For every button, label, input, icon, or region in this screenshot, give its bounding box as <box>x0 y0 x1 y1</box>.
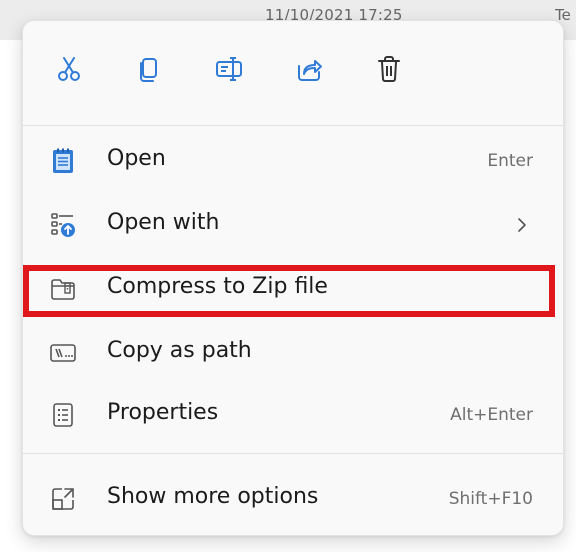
divider <box>23 453 563 454</box>
show-more-icon <box>49 485 77 513</box>
share-icon <box>298 60 322 81</box>
rename-icon <box>216 57 242 81</box>
menu-item-open[interactable]: Open Enter <box>33 135 553 187</box>
delete-button[interactable] <box>371 51 407 87</box>
properties-icon <box>49 401 77 429</box>
copy-path-icon <box>49 339 77 367</box>
menu-item-label: Open <box>107 146 166 171</box>
menu-item-label: Open with <box>107 210 220 235</box>
copy-button[interactable] <box>131 51 167 87</box>
menu-item-shortcut: Alt+Enter <box>450 405 533 425</box>
menu-item-label: Show more options <box>107 484 319 509</box>
context-menu: Open Enter Open with Compress to Zip fil… <box>22 20 564 536</box>
menu-item-copy-as-path[interactable]: Copy as path <box>33 327 553 379</box>
divider <box>23 125 563 126</box>
context-toolbar <box>23 21 563 125</box>
cut-icon <box>58 57 80 81</box>
menu-item-shortcut: Enter <box>487 151 533 171</box>
menu-item-properties[interactable]: Properties Alt+Enter <box>33 389 553 441</box>
highlight-annotation <box>23 265 555 317</box>
menu-item-label: Properties <box>107 400 219 425</box>
delete-icon <box>378 56 400 82</box>
menu-item-label: Copy as path <box>107 338 252 363</box>
menu-item-show-more-options[interactable]: Show more options Shift+F10 <box>33 473 553 525</box>
menu-item-shortcut: Shift+F10 <box>448 489 533 509</box>
share-button[interactable] <box>291 51 327 87</box>
cut-button[interactable] <box>51 51 87 87</box>
chevron-right-icon <box>518 218 526 232</box>
copy-icon <box>140 58 157 82</box>
notepad-icon <box>49 147 77 175</box>
open-with-icon <box>49 211 77 239</box>
rename-button[interactable] <box>211 51 247 87</box>
menu-item-open-with[interactable]: Open with <box>33 199 553 251</box>
